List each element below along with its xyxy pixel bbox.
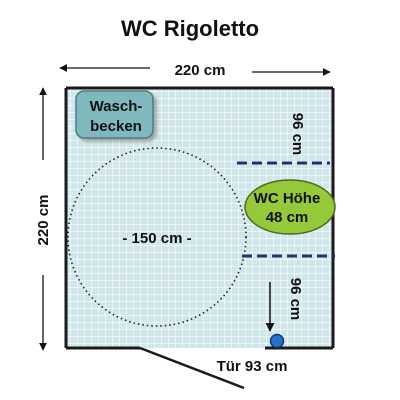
door-label: Tür 93 cm xyxy=(217,358,288,375)
width-label: 220 cm xyxy=(175,62,226,79)
grab-bar-marker xyxy=(269,333,285,349)
gap-bottom-label: 96 cm xyxy=(287,278,304,321)
floor-plan: WC Rigoletto 220 cm 220 cm Wasch- becken… xyxy=(0,0,400,400)
washbasin-label-line1: Wasch- xyxy=(90,98,143,115)
plan-title: WC Rigoletto xyxy=(121,16,259,41)
toilet-label-line2: 48 cm xyxy=(266,209,309,226)
height-label: 220 cm xyxy=(35,195,52,246)
washbasin-label-line2: becken xyxy=(90,118,142,135)
turning-circle-label: - 150 cm - xyxy=(122,230,191,247)
gap-top-label: 96 cm xyxy=(289,113,306,156)
toilet-label-line1: WC Höhe xyxy=(254,190,321,207)
